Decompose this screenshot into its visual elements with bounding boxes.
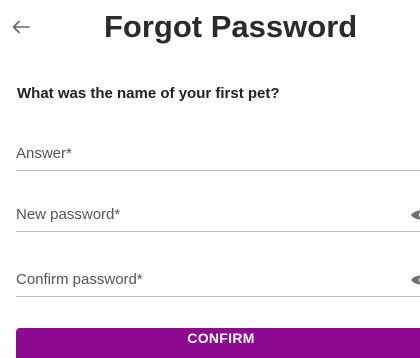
confirm-button[interactable]: CONFIRM [16,328,420,358]
confirm-button-label: CONFIRM [187,330,255,346]
answer-field [16,138,420,171]
back-button[interactable] [8,14,34,40]
confirm-password-input[interactable] [16,264,396,294]
answer-input[interactable] [16,138,396,168]
eye-icon[interactable] [410,273,420,287]
new-password-input[interactable] [16,199,396,229]
forgot-password-screen: Forgot Password What was the name of you… [0,0,420,358]
security-question: What was the name of your first pet? [17,85,280,102]
new-password-field [16,199,420,232]
confirm-password-field [16,264,420,297]
arrow-left-icon [12,20,30,34]
page-title: Forgot Password [104,9,358,44]
eye-icon[interactable] [410,208,420,222]
